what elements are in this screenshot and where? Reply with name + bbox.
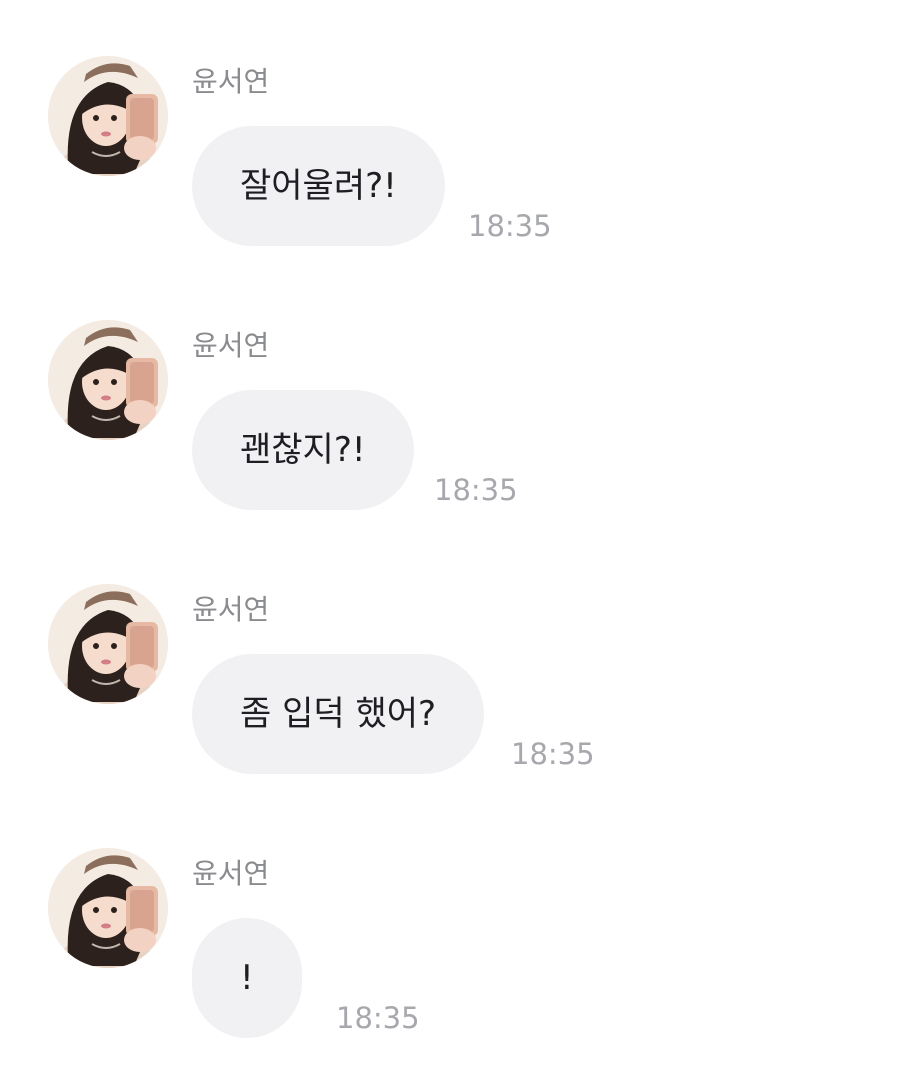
message-bubble[interactable]: 잘어울려?! <box>192 126 445 246</box>
sender-name: 윤서연 <box>192 65 270 98</box>
message-bubble[interactable]: 좀 입덕 했어? <box>192 654 485 774</box>
message-time: 18:35 <box>511 737 595 771</box>
message-row: 윤서연 좀 입덕 했어? 18:35 <box>0 584 897 784</box>
message-bubble[interactable]: ! <box>192 918 302 1038</box>
message-row: 윤서연 잘어울려?! 18:35 <box>0 56 897 256</box>
profile-photo-icon[interactable] <box>48 584 168 704</box>
profile-photo-icon[interactable] <box>48 848 168 968</box>
profile-photo-icon[interactable] <box>48 320 168 440</box>
message-time: 18:35 <box>468 209 552 243</box>
message-bubble[interactable]: 괜찮지?! <box>192 390 414 510</box>
message-row: 윤서연 ! 18:35 <box>0 848 897 1048</box>
chat-thread: 윤서연 잘어울려?! 18:35 윤서연 괜찮지?! 18:35 윤서연 좀 입… <box>0 0 897 1081</box>
sender-name: 윤서연 <box>192 857 270 890</box>
message-time: 18:35 <box>434 473 518 507</box>
profile-photo-icon[interactable] <box>48 56 168 176</box>
message-row: 윤서연 괜찮지?! 18:35 <box>0 320 897 520</box>
sender-name: 윤서연 <box>192 329 270 362</box>
message-time: 18:35 <box>336 1001 420 1035</box>
sender-name: 윤서연 <box>192 593 270 626</box>
